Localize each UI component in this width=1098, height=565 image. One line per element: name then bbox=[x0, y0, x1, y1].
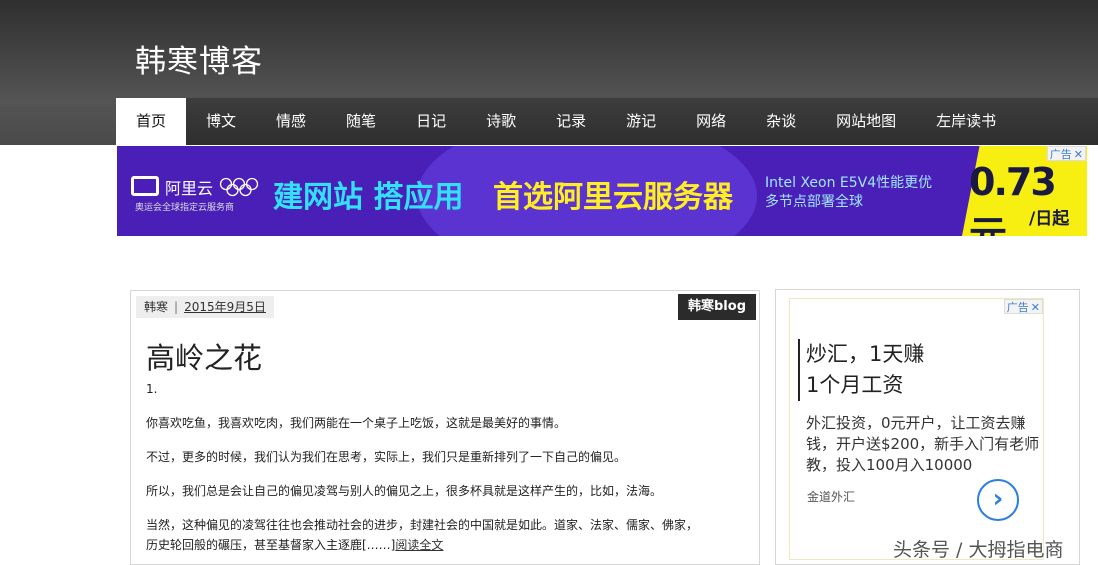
post-paragraph: 1. bbox=[146, 382, 158, 396]
nav-item-essays[interactable]: 随笔 bbox=[326, 98, 396, 145]
sidebar-ad-body: 外汇投资，0元开户，让工资去赚钱，开户送$200，新手入门有老师教，投入100月… bbox=[806, 414, 1040, 474]
post-paragraph-last: 历史轮回般的碾压，甚至基督家入主逐鹿[……]阅读全文 bbox=[146, 535, 746, 555]
nav-item-network[interactable]: 网络 bbox=[676, 98, 746, 145]
banner-headline-1: 建网站 搭应用 bbox=[273, 180, 464, 215]
banner-price: 0.73元 bbox=[969, 160, 1057, 236]
post-paragraph: 当然，这种偏见的凌驾往往也会推动社会的进步，封建社会的中国就是如此。道家、法家、… bbox=[146, 518, 699, 532]
sidebar-ad-badge[interactable]: 广告 ✕ bbox=[1003, 299, 1043, 314]
olympic-rings-icon bbox=[219, 177, 259, 197]
nav-item-emotion[interactable]: 情感 bbox=[256, 98, 326, 145]
close-icon[interactable]: ✕ bbox=[1031, 301, 1040, 314]
nav-item-poetry[interactable]: 诗歌 bbox=[466, 98, 536, 145]
ad-badge[interactable]: 广告 ✕ bbox=[1046, 146, 1086, 161]
post-date[interactable]: 2015年9月5日 bbox=[184, 300, 266, 314]
aliyun-logo-icon bbox=[131, 176, 159, 196]
banner-logo-subtitle: 奥运会全球指定云服务商 bbox=[135, 203, 235, 213]
nav-item-records[interactable]: 记录 bbox=[536, 98, 606, 145]
read-more-link[interactable]: 阅读全文 bbox=[395, 538, 443, 552]
post-meta: 韩寒 | 2015年9月5日 bbox=[136, 296, 274, 318]
sidebar-ad[interactable]: 广告 ✕ 炒汇，1天赚 1个月工资 外汇投资，0元开户，让工资去赚钱，开户送$20… bbox=[789, 298, 1044, 560]
nav-item-posts[interactable]: 博文 bbox=[186, 98, 256, 145]
sidebar-ad-source: 金道外汇 bbox=[807, 490, 856, 504]
post-excerpt-end: 历史轮回般的碾压，甚至基督家入主逐鹿[……] bbox=[146, 538, 396, 552]
post-paragraph: 不过，更多的时候，我们认为我们在思考，实际上，我们只是重新排列了一下自己的偏见。 bbox=[146, 450, 627, 464]
post-paragraph: 所以，我们总是会让自己的偏见凌驾与别人的偏见之上，很多杯具就是这样产生的，比如，… bbox=[146, 484, 663, 498]
post-title[interactable]: 高岭之花 bbox=[146, 335, 262, 377]
banner-spec-1: Intel Xeon E5V4性能更优 bbox=[765, 175, 933, 191]
post-category-tag[interactable]: 韩寒blog bbox=[678, 294, 756, 320]
site-header: 韩寒博客 首页 博文 情感 随笔 日记 诗歌 记录 游记 网络 杂谈 网站地图 … bbox=[0, 0, 1098, 145]
banner-headline-2: 首选阿里云服务器 bbox=[493, 180, 733, 215]
watermark: 头条号 / 大拇指电商 bbox=[893, 539, 1064, 561]
banner-ad[interactable]: 阿里云 奥运会全球指定云服务商 建网站 搭应用 首选阿里云服务器 Intel X… bbox=[117, 146, 1087, 236]
nav-item-travel[interactable]: 游记 bbox=[606, 98, 676, 145]
nav-item-reading[interactable]: 左岸读书 bbox=[916, 98, 1016, 145]
site-title[interactable]: 韩寒博客 bbox=[135, 36, 263, 81]
banner-price-unit: /日起 bbox=[1029, 209, 1070, 229]
nav-item-sitemap[interactable]: 网站地图 bbox=[816, 98, 916, 145]
post-author[interactable]: 韩寒 bbox=[144, 300, 168, 314]
sidebar-ad-badge-label: 广告 bbox=[1006, 301, 1029, 314]
sidebar-ad-headline-2: 1个月工资 bbox=[806, 373, 904, 397]
post-paragraph: 你喜欢吃鱼，我喜欢吃肉，我们两能在一个桌子上吃饭，这就是最美好的事情。 bbox=[146, 416, 567, 430]
sidebar-ad-headline-1: 炒汇，1天赚 bbox=[806, 342, 925, 366]
sidebar-ad-headline: 炒汇，1天赚 1个月工资 bbox=[798, 339, 924, 401]
banner-spec-2: 多节点部署全球 bbox=[765, 194, 863, 210]
arrow-right-icon[interactable]: › bbox=[977, 479, 1019, 521]
sidebar: 广告 ✕ 炒汇，1天赚 1个月工资 外汇投资，0元开户，让工资去赚钱，开户送$20… bbox=[775, 289, 1080, 565]
banner-logo-text: 阿里云 bbox=[165, 179, 214, 198]
meta-separator: | bbox=[174, 300, 179, 314]
main-nav: 首页 博文 情感 随笔 日记 诗歌 记录 游记 网络 杂谈 网站地图 左岸读书 bbox=[116, 98, 1098, 145]
nav-item-diary[interactable]: 日记 bbox=[396, 98, 466, 145]
close-icon[interactable]: ✕ bbox=[1074, 148, 1083, 161]
ad-badge-label: 广告 bbox=[1049, 148, 1072, 161]
nav-item-misc[interactable]: 杂谈 bbox=[746, 98, 816, 145]
nav-item-home[interactable]: 首页 bbox=[116, 98, 187, 145]
blog-post: 韩寒 | 2015年9月5日 韩寒blog 高岭之花 1. 你喜欢吃鱼，我喜欢吃肉，… bbox=[130, 290, 760, 565]
